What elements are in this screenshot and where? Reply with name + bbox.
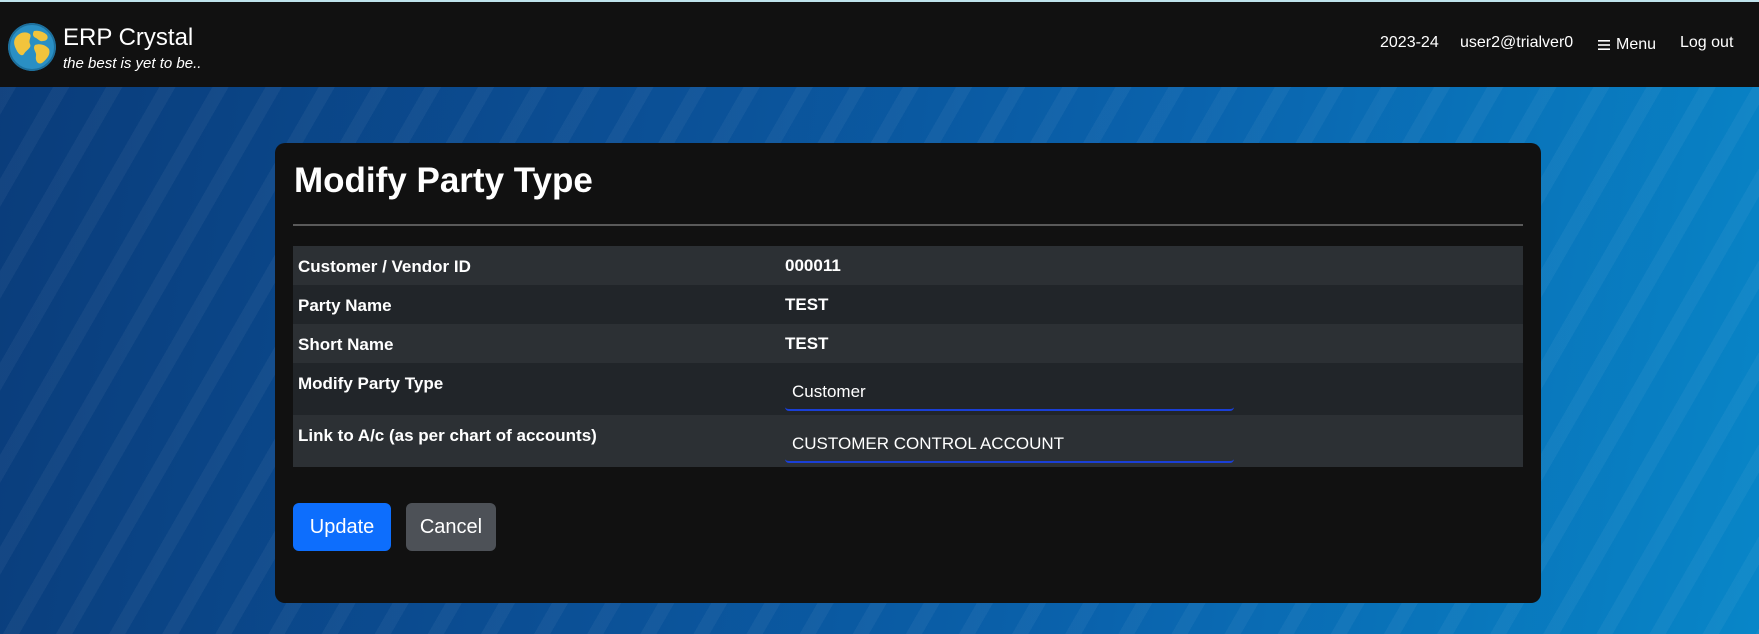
app-title[interactable]: ERP Crystal	[63, 24, 193, 52]
party-type-label: Modify Party Type	[298, 374, 444, 393]
table-row: Modify Party Type Customer	[293, 363, 1523, 415]
navbar: ERP Crystal the best is yet to be.. 2023…	[0, 2, 1759, 87]
user-account[interactable]: user2@trialver0	[1460, 34, 1573, 52]
details-table: Customer / Vendor ID 000011 Party Name T…	[293, 246, 1523, 467]
table-row: Customer / Vendor ID 000011	[293, 246, 1523, 285]
menu-button[interactable]: Menu	[1598, 36, 1656, 54]
page-title: Modify Party Type	[294, 161, 593, 200]
row-value-short-name: TEST	[785, 334, 829, 353]
update-button[interactable]: Update	[293, 503, 391, 551]
title-divider	[293, 224, 1523, 226]
row-label-party-name: Party Name	[298, 296, 392, 315]
row-label-vendor-id: Customer / Vendor ID	[298, 257, 471, 276]
modify-party-card: Modify Party Type Customer / Vendor ID 0…	[275, 143, 1541, 603]
row-label-short-name: Short Name	[298, 335, 394, 354]
table-row: Party Name TEST	[293, 285, 1523, 324]
hamburger-icon	[1598, 40, 1610, 50]
table-row: Short Name TEST	[293, 324, 1523, 363]
table-row: Link to A/c (as per chart of accounts) C…	[293, 415, 1523, 467]
link-account-select[interactable]: CUSTOMER CONTROL ACCOUNT	[785, 423, 1234, 463]
logout-link[interactable]: Log out	[1680, 34, 1733, 52]
link-account-label: Link to A/c (as per chart of accounts)	[298, 426, 597, 445]
cancel-button[interactable]: Cancel	[406, 503, 496, 551]
menu-label: Menu	[1616, 36, 1657, 53]
app-tagline: the best is yet to be..	[63, 55, 202, 72]
row-value-party-name: TEST	[785, 295, 829, 314]
financial-year[interactable]: 2023-24	[1380, 34, 1439, 52]
row-value-vendor-id: 000011	[785, 256, 841, 275]
party-type-select[interactable]: Customer	[785, 371, 1234, 411]
globe-logo-icon	[8, 23, 56, 71]
